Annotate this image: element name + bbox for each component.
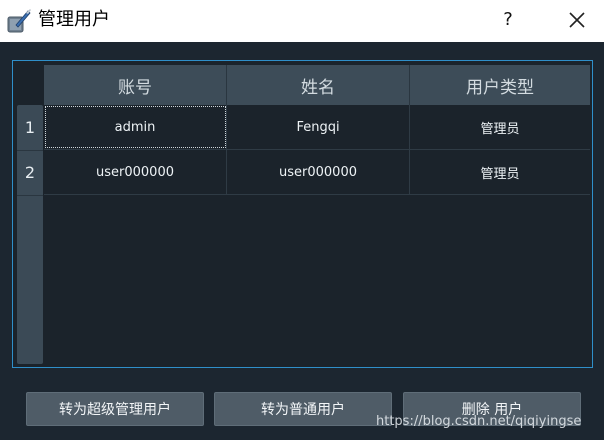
row-header-2[interactable]: 2 — [17, 150, 43, 196]
close-icon[interactable] — [568, 11, 586, 29]
column-header-user-type[interactable]: 用户类型 — [410, 65, 590, 105]
make-super-admin-button[interactable]: 转为超级管理用户 — [26, 392, 204, 426]
table-body: admin Fengqi 管理员 user000000 user000000 管… — [44, 105, 590, 364]
row-header-1[interactable]: 1 — [17, 105, 43, 151]
users-table[interactable]: 账号 姓名 用户类型 1 2 admin Fengqi 管理员 user0000… — [12, 60, 593, 368]
column-header-row: 账号 姓名 用户类型 — [44, 65, 590, 105]
make-normal-user-button[interactable]: 转为普通用户 — [214, 392, 392, 426]
window-title: 管理用户 — [38, 9, 110, 30]
cell-name[interactable]: Fengqi — [227, 105, 410, 149]
watermark: https://blog.csdn.net/qiqiyingse — [376, 414, 582, 429]
column-header-account[interactable]: 账号 — [44, 65, 227, 105]
title-bar: 管理用户 ? — [0, 0, 604, 42]
cell-name[interactable]: user000000 — [227, 150, 410, 194]
cell-account[interactable]: user000000 — [44, 150, 227, 194]
help-button[interactable]: ? — [498, 8, 518, 32]
quill-app-icon — [7, 9, 31, 33]
row-header-column: 1 2 — [17, 105, 43, 364]
column-header-name[interactable]: 姓名 — [227, 65, 410, 105]
cell-user-type[interactable]: 管理员 — [410, 105, 590, 149]
cell-user-type[interactable]: 管理员 — [410, 150, 590, 194]
table-row[interactable]: admin Fengqi 管理员 — [44, 105, 590, 150]
cell-account[interactable]: admin — [44, 105, 227, 149]
table-corner-button[interactable] — [17, 65, 43, 105]
table-row[interactable]: user000000 user000000 管理员 — [44, 150, 590, 195]
